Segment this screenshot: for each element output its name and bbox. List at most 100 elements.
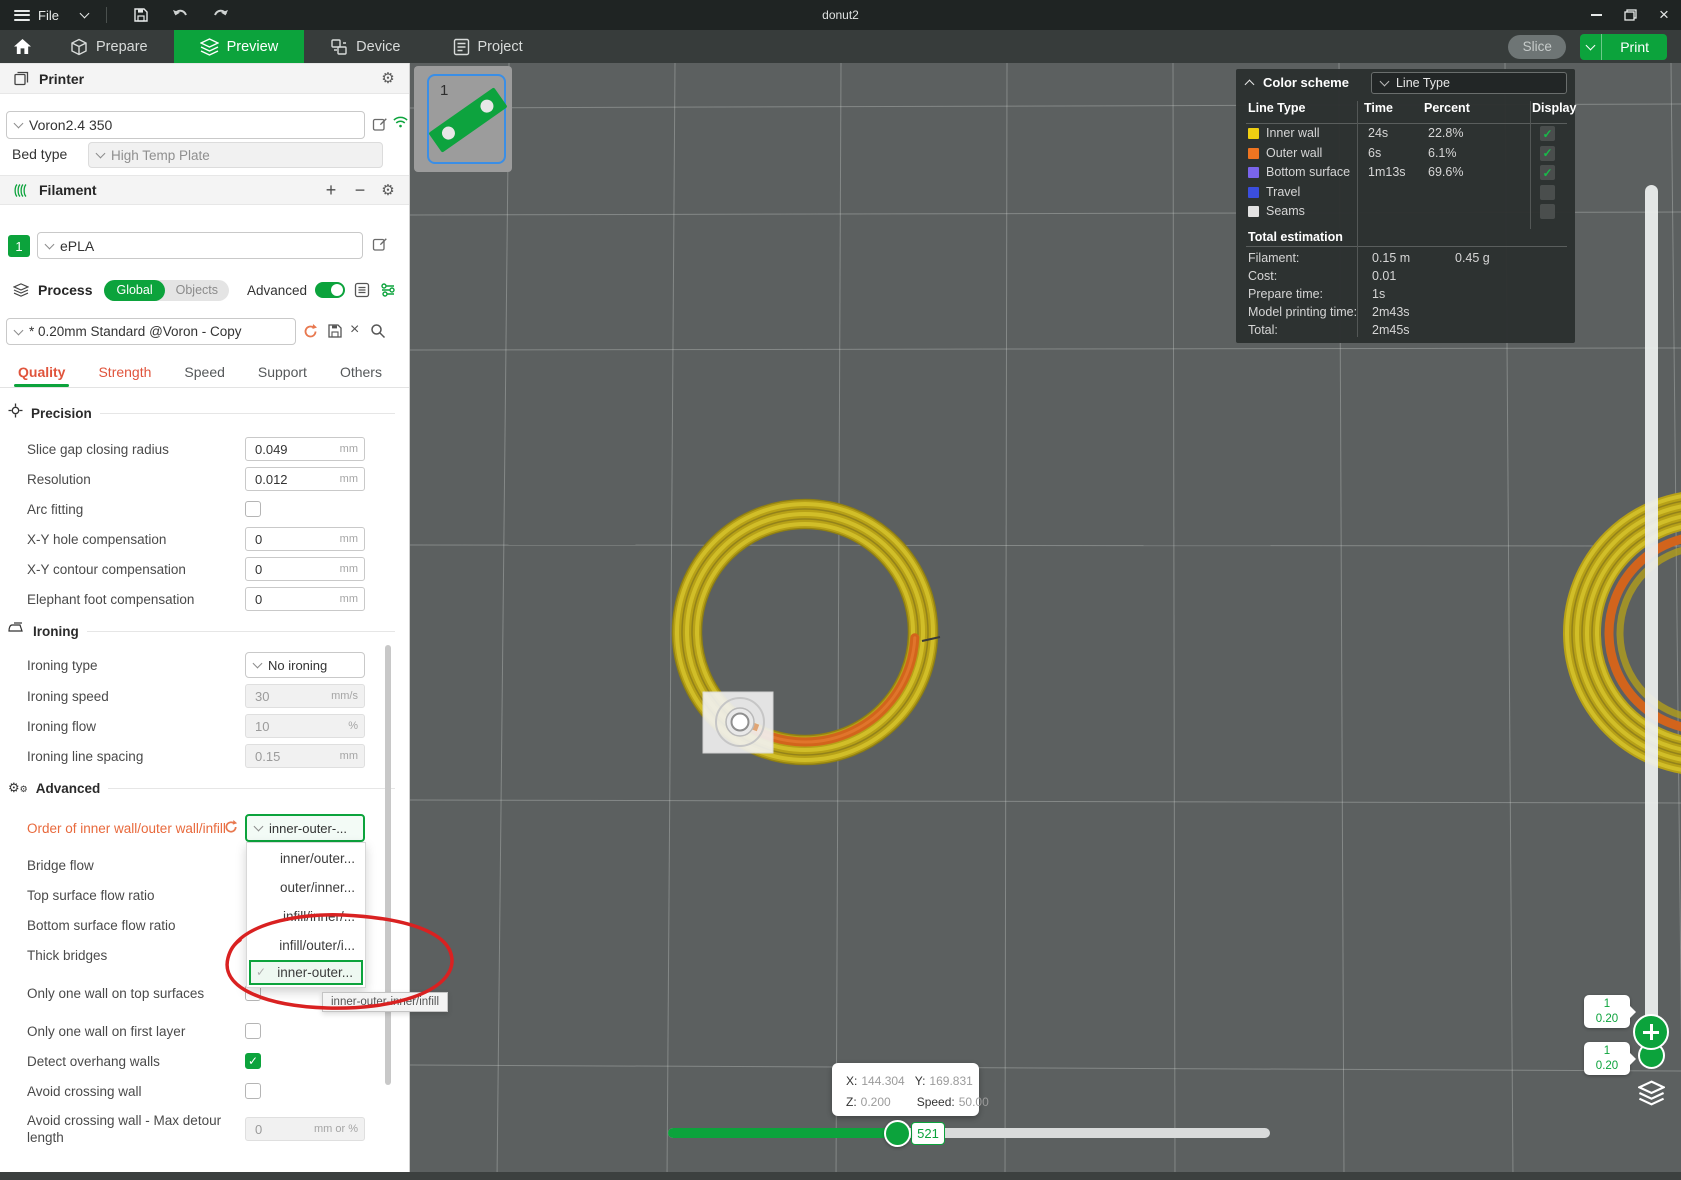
dropdown-option[interactable]: outer/inner... [247, 873, 365, 902]
bed-type-select[interactable]: High Temp Plate [88, 142, 383, 168]
tab-others[interactable]: Others [340, 364, 382, 380]
preset-delete-icon[interactable]: × [350, 321, 359, 339]
setting-unit: % [348, 720, 358, 732]
setting-value: 0 [255, 592, 340, 607]
view-mode-select[interactable]: Line Type [1371, 72, 1567, 94]
filament-select[interactable]: ePLA [37, 232, 363, 259]
remove-filament-button[interactable]: − [350, 180, 370, 201]
setting-control: 0.15mm [245, 744, 365, 768]
file-menu[interactable]: File [38, 8, 59, 23]
line-type-percent: 22.8% [1428, 126, 1463, 140]
setting-checkbox[interactable]: ✓ [245, 501, 261, 517]
setting-input[interactable]: 0mm [245, 527, 365, 551]
setting-select[interactable]: No ironing [245, 652, 365, 678]
display-checkbox[interactable]: ✓ [1540, 185, 1555, 200]
preset-reset-icon[interactable] [302, 323, 319, 345]
setting-label: Bridge flow [27, 857, 245, 874]
wifi-icon[interactable] [392, 115, 409, 134]
display-checkbox[interactable]: ✓ [1540, 165, 1555, 180]
setting-row: Elephant foot compensation0mm [0, 587, 409, 611]
process-scope-switch[interactable]: Global Objects [104, 280, 229, 301]
setting-input[interactable]: 0.15mm [245, 744, 365, 768]
color-scheme-panel: Color scheme Line Type Line Type Time Pe… [1236, 69, 1575, 343]
hamburger-menu-icon[interactable] [14, 10, 30, 21]
setting-input[interactable]: 10% [245, 714, 365, 738]
preset-search-icon[interactable] [370, 323, 386, 344]
setting-checkbox[interactable]: ✓ [245, 1083, 261, 1099]
scope-global[interactable]: Global [104, 280, 164, 301]
tab-support[interactable]: Support [258, 364, 307, 380]
filament-settings-gear-icon[interactable]: ⚙ [379, 181, 397, 199]
setting-input[interactable]: 0mm [245, 587, 365, 611]
plate-thumbnail[interactable]: 1 [427, 74, 506, 164]
slice-button[interactable]: Slice [1508, 35, 1566, 59]
setting-select[interactable]: inner-outer-... [245, 814, 365, 842]
tab-quality[interactable]: Quality [18, 364, 65, 380]
display-checkbox[interactable]: ✓ [1540, 126, 1555, 141]
setting-input[interactable]: 0mm [245, 557, 365, 581]
filament-edit-icon[interactable] [372, 236, 388, 257]
setting-control: ✓ [245, 1053, 365, 1069]
preset-save-icon[interactable] [327, 323, 343, 344]
scope-objects[interactable]: Objects [165, 283, 229, 297]
setting-input[interactable]: 30mm/s [245, 684, 365, 708]
tab-speed[interactable]: Speed [184, 364, 224, 380]
tab-prepare[interactable]: Prepare [44, 30, 174, 63]
printer-select[interactable]: Voron2.4 350 [6, 111, 365, 139]
tab-strength[interactable]: Strength [98, 364, 151, 380]
printer-settings-gear-icon[interactable]: ⚙ [379, 70, 397, 88]
add-filament-button[interactable]: + [321, 180, 341, 201]
file-menu-chevron-icon[interactable] [80, 9, 90, 19]
close-button[interactable]: × [1647, 0, 1681, 30]
legend-row: Bottom surface1m13s69.6%✓ [1236, 163, 1575, 183]
tab-device[interactable]: Device [304, 30, 426, 63]
home-button[interactable] [0, 38, 44, 55]
setting-input[interactable]: 0mm or % [245, 1117, 365, 1141]
advanced-toggle[interactable] [315, 282, 345, 298]
setting-input[interactable]: 0.012mm [245, 467, 365, 491]
setting-unit: mm [340, 750, 358, 762]
tab-project[interactable]: Project [427, 30, 549, 63]
setting-checkbox[interactable]: ✓ [245, 1023, 261, 1039]
minimize-button[interactable] [1579, 0, 1613, 30]
chevron-down-icon [1380, 76, 1390, 86]
printer-edit-icon[interactable] [372, 116, 388, 137]
preset-list-icon[interactable] [353, 281, 371, 299]
reset-icon[interactable] [223, 819, 239, 835]
collapse-chevron-icon[interactable] [1245, 79, 1255, 89]
process-preset-select[interactable]: * 0.20mm Standard @Voron - Copy [6, 318, 296, 345]
legend-row: Inner wall24s22.8%✓ [1236, 124, 1575, 144]
setting-label: Top surface flow ratio [27, 887, 245, 904]
print-options-chevron-icon[interactable] [1580, 34, 1602, 60]
setting-input[interactable]: 0.049mm [245, 437, 365, 461]
setting-label: Ironing speed [27, 688, 245, 705]
estimation-row: Model printing time:2m43s [1236, 304, 1575, 322]
estimation-label: Model printing time: [1248, 305, 1357, 319]
tab-preview[interactable]: Preview [174, 30, 305, 63]
dropdown-option[interactable]: infill/inner/... [247, 902, 365, 931]
undo-icon[interactable] [172, 6, 190, 24]
save-icon[interactable] [132, 6, 150, 24]
chevron-down-icon [14, 325, 24, 335]
setting-value: 30 [255, 689, 331, 704]
layers-view-icon[interactable] [1638, 1080, 1665, 1111]
setting-label: Order of inner wall/outer wall/infill [27, 820, 245, 837]
settings-scrollbar[interactable] [385, 645, 391, 1085]
move-slider-track[interactable] [668, 1128, 1270, 1138]
dropdown-option[interactable]: infill/outer/i... [247, 931, 365, 960]
print-button[interactable]: Print [1580, 34, 1667, 60]
move-slider-thumb[interactable] [884, 1120, 911, 1147]
filament-spool-icon [12, 181, 30, 199]
redo-icon[interactable] [212, 6, 230, 24]
layer-slider-upper-thumb[interactable] [1633, 1014, 1669, 1050]
maximize-button[interactable] [1613, 0, 1647, 30]
display-checkbox[interactable]: ✓ [1540, 146, 1555, 161]
dropdown-option[interactable]: ✓inner-outer... [249, 960, 363, 985]
setting-unit: mm [340, 533, 358, 545]
setting-checkbox[interactable]: ✓ [245, 1053, 261, 1069]
display-checkbox[interactable]: ✓ [1540, 204, 1555, 219]
setting-label: X-Y contour compensation [27, 561, 245, 578]
process-params-icon[interactable] [379, 281, 397, 299]
layer-slider-track[interactable] [1645, 185, 1658, 1040]
dropdown-option[interactable]: inner/outer... [247, 844, 365, 873]
